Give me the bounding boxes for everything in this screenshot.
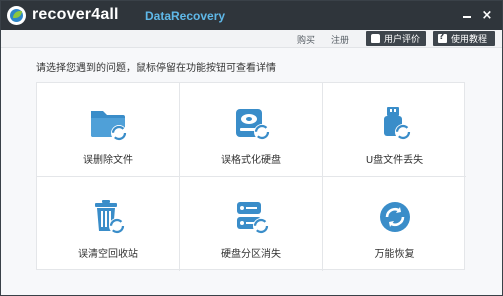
- option-label: 误格式化硬盘: [221, 155, 281, 166]
- folder-recover-icon: [91, 111, 127, 141]
- close-button[interactable]: ×: [479, 7, 495, 23]
- minimize-icon: [463, 16, 471, 18]
- disk-recover-icon: [236, 109, 270, 140]
- toolbar: 购买 注册 用户评价 使用教程: [1, 30, 502, 48]
- buy-link[interactable]: 购买: [297, 33, 315, 46]
- option-label: U盘文件丢失: [365, 155, 424, 166]
- option-label: 误删除文件: [83, 155, 133, 166]
- usb-recover-icon: [383, 107, 411, 140]
- option-label: 万能恢复: [374, 249, 415, 260]
- universal-recover-icon: [379, 202, 410, 232]
- partition-recover-icon: [237, 202, 269, 234]
- recovery-options-grid: 误删除文件 误格式化硬盘 U盘文件丢失 误清空回收站 硬盘分区消失 万能恢复: [36, 82, 466, 271]
- register-link[interactable]: 注册: [331, 33, 349, 46]
- tutorial-label: 使用教程: [451, 35, 488, 45]
- user-review-button[interactable]: 用户评价: [366, 31, 426, 46]
- option-deleted-files[interactable]: 误删除文件: [37, 83, 180, 177]
- app-window: recover4all DataRecovery × 购买 注册 用户评价 使用…: [0, 0, 503, 296]
- option-universal-recovery[interactable]: 万能恢复: [323, 177, 466, 271]
- instruction-text: 请选择您遇到的问题，鼠标停留在功能按钮可查看详情: [36, 63, 276, 74]
- option-formatted-disk[interactable]: 误格式化硬盘: [180, 83, 323, 177]
- option-partition-lost[interactable]: 硬盘分区消失: [180, 177, 323, 271]
- tutorial-button[interactable]: 使用教程: [433, 31, 495, 46]
- title-bar: recover4all DataRecovery ×: [1, 1, 502, 30]
- app-logo-icon: [7, 6, 26, 25]
- minimize-button[interactable]: [459, 7, 475, 23]
- option-label: 误清空回收站: [78, 249, 138, 260]
- option-emptied-recycle-bin[interactable]: 误清空回收站: [37, 177, 180, 271]
- option-usb-lost[interactable]: U盘文件丢失: [323, 83, 466, 177]
- user-review-label: 用户评价: [384, 35, 421, 45]
- thumbs-up-icon: [371, 34, 380, 43]
- help-icon: [438, 32, 447, 43]
- option-label: 硬盘分区消失: [221, 249, 281, 260]
- recycle-bin-recover-icon: [95, 200, 125, 234]
- app-name: recover4all: [32, 6, 119, 23]
- app-subtitle: DataRecovery: [145, 9, 226, 23]
